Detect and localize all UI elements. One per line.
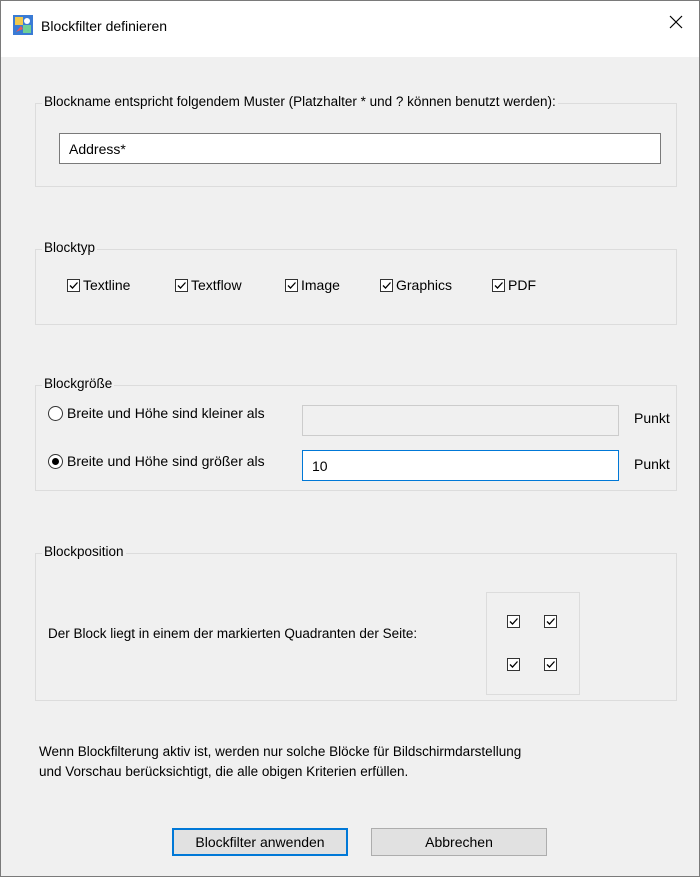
close-icon <box>669 15 683 29</box>
checkbox-graphics[interactable]: Graphics <box>380 277 452 293</box>
larger-than-unit: Punkt <box>634 456 670 472</box>
blockposition-description: Der Block liegt in einem der markierten … <box>48 626 418 641</box>
checkbox-image-box[interactable] <box>285 278 298 292</box>
window-title: Blockfilter definieren <box>41 18 168 34</box>
radio-larger-than-label: Breite und Höhe sind größer als <box>67 453 265 469</box>
blockfilter-app-icon <box>13 15 33 35</box>
checkbox-textflow-label: Textflow <box>191 277 242 293</box>
radio-larger-than-button[interactable] <box>48 453 63 469</box>
checkmark-icon <box>287 281 296 289</box>
blockgroesse-group: Blockgröße Breite und Höhe sind kleiner … <box>35 376 677 491</box>
quadrant-top-left-checkbox[interactable] <box>507 615 520 628</box>
checkbox-textflow[interactable]: Textflow <box>175 277 242 293</box>
checkmark-icon <box>69 281 78 289</box>
info-text: Wenn Blockfilterung aktiv ist, werden nu… <box>39 742 659 782</box>
checkbox-graphics-box[interactable] <box>380 278 393 292</box>
blockposition-group: Blockposition Der Block liegt in einem d… <box>35 544 677 701</box>
info-text-line-1: Wenn Blockfilterung aktiv ist, werden nu… <box>39 744 522 759</box>
radio-larger-than[interactable]: Breite und Höhe sind größer als <box>48 453 265 469</box>
blocktyp-group: Blocktyp Textline Textflow Image Graphic… <box>35 240 677 325</box>
title-bar: Blockfilter definieren <box>1 1 699 57</box>
checkmark-icon <box>494 281 503 289</box>
checkmark-icon <box>509 618 518 625</box>
smaller-than-input[interactable] <box>302 405 619 436</box>
smaller-than-unit: Punkt <box>634 410 670 426</box>
checkmark-icon <box>509 661 518 668</box>
larger-than-input[interactable] <box>302 450 619 481</box>
quadrant-selector <box>486 592 580 695</box>
blockfilter-dialog: Blockfilter definieren Blockname entspri… <box>0 0 700 877</box>
checkmark-icon <box>382 281 391 289</box>
quadrant-bottom-left-checkbox[interactable] <box>507 658 520 671</box>
close-button[interactable] <box>653 1 699 55</box>
checkmark-icon <box>546 618 555 625</box>
checkmark-icon <box>546 661 555 668</box>
blockname-group-label: Blockname entspricht folgendem Muster (P… <box>42 94 558 109</box>
checkbox-image-label: Image <box>301 277 340 293</box>
checkbox-textline-label: Textline <box>83 277 131 293</box>
quadrant-bottom-right-checkbox[interactable] <box>544 658 557 671</box>
blockname-pattern-input[interactable] <box>59 133 661 164</box>
checkbox-textline-box[interactable] <box>67 278 80 292</box>
radio-smaller-than[interactable]: Breite und Höhe sind kleiner als <box>48 405 265 421</box>
checkbox-pdf-label: PDF <box>508 277 536 293</box>
checkbox-textline[interactable]: Textline <box>67 277 130 293</box>
radio-selected-dot <box>52 457 59 465</box>
apply-blockfilter-button[interactable]: Blockfilter anwenden <box>172 828 348 856</box>
quadrant-top-right-checkbox[interactable] <box>544 615 557 628</box>
blockgroesse-group-label: Blockgröße <box>42 376 115 391</box>
blockname-group: Blockname entspricht folgendem Muster (P… <box>35 94 677 187</box>
checkbox-pdf-box[interactable] <box>492 278 505 292</box>
cancel-button[interactable]: Abbrechen <box>371 828 547 856</box>
checkbox-graphics-label: Graphics <box>396 277 453 293</box>
blockposition-group-label: Blockposition <box>42 544 126 559</box>
info-text-line-2: und Vorschau berücksichtigt, die alle ob… <box>39 764 409 779</box>
checkbox-image[interactable]: Image <box>285 277 340 293</box>
checkbox-pdf[interactable]: PDF <box>492 277 536 293</box>
radio-smaller-than-label: Breite und Höhe sind kleiner als <box>67 405 265 421</box>
radio-smaller-than-button[interactable] <box>48 405 63 421</box>
checkmark-icon <box>177 281 186 289</box>
blocktyp-group-label: Blocktyp <box>42 240 98 255</box>
checkbox-textflow-box[interactable] <box>175 278 188 292</box>
